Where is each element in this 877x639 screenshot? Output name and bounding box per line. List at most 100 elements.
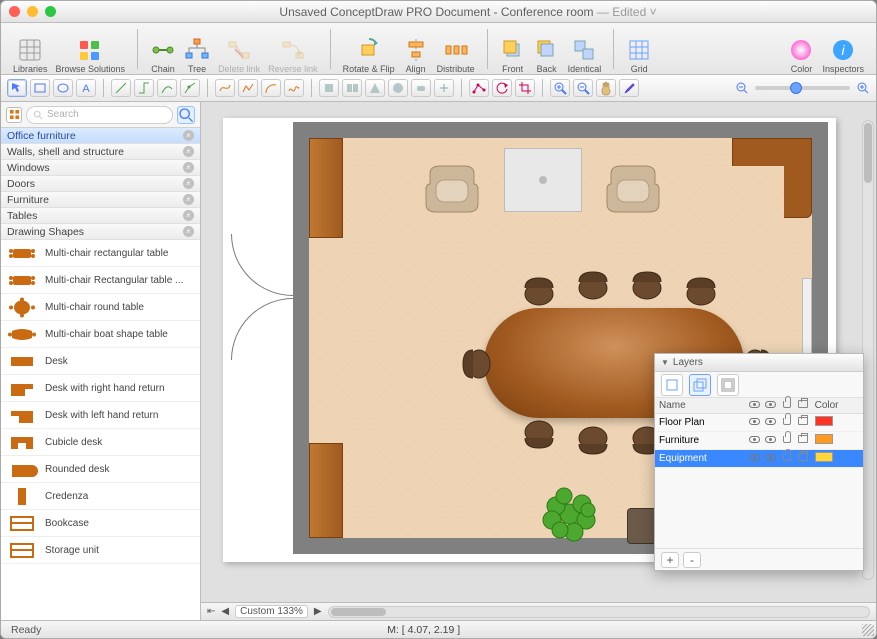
close-icon[interactable]: ×: [183, 146, 194, 157]
category-item[interactable]: Furniture×: [1, 192, 200, 208]
page-nav-next[interactable]: ▶: [314, 606, 322, 617]
eye-icon[interactable]: [749, 436, 760, 443]
layers-col-lock[interactable]: [779, 398, 795, 414]
pan-tool[interactable]: [596, 79, 616, 97]
zoom-track[interactable]: [755, 86, 850, 90]
layers-mode-3[interactable]: [717, 374, 739, 396]
zoom-slider[interactable]: [735, 81, 870, 95]
shape-tool-6[interactable]: [434, 79, 454, 97]
close-icon[interactable]: ×: [183, 130, 194, 141]
shape-tool-5[interactable]: [411, 79, 431, 97]
add-layer-button[interactable]: +: [661, 552, 679, 568]
lock-icon[interactable]: [783, 436, 791, 443]
layers-mode-1[interactable]: [661, 374, 683, 396]
inspectors-button[interactable]: i Inspectors: [820, 26, 866, 74]
chair-bot-1[interactable]: [521, 420, 557, 452]
stencil-item[interactable]: Bookcase: [1, 510, 200, 537]
ellipse-tool[interactable]: [53, 79, 73, 97]
layers-panel[interactable]: ▼ Layers Name Color Floor PlanFurnitureE…: [654, 353, 864, 571]
line-tool[interactable]: [111, 79, 131, 97]
stencil-item[interactable]: Cubicle desk: [1, 429, 200, 456]
eye-icon[interactable]: [749, 454, 760, 461]
armchair-left[interactable]: [424, 164, 480, 214]
resize-grip[interactable]: [862, 624, 874, 636]
category-item[interactable]: Doors×: [1, 176, 200, 192]
page-nav-prev[interactable]: ◀: [221, 606, 229, 617]
horizontal-scrollbar[interactable]: [328, 606, 870, 618]
bookcase-left-bottom[interactable]: [309, 443, 343, 538]
edit-points-tool[interactable]: [469, 79, 489, 97]
chair-top-1[interactable]: [521, 274, 557, 306]
remove-layer-button[interactable]: -: [683, 552, 701, 568]
color-swatch[interactable]: [815, 416, 833, 426]
stencil-item[interactable]: Multi-chair Rectangular table ...: [1, 267, 200, 294]
rect-tool[interactable]: [30, 79, 50, 97]
projector-screen[interactable]: [504, 148, 582, 212]
smart-connector-tool[interactable]: [180, 79, 200, 97]
chair-top-2[interactable]: [575, 268, 611, 300]
zoom-out-tool[interactable]: [573, 79, 593, 97]
distribute-button[interactable]: Distribute: [435, 26, 477, 74]
print-icon[interactable]: [798, 453, 808, 461]
chair-left[interactable]: [459, 346, 491, 382]
right-angle-connector-tool[interactable]: [134, 79, 154, 97]
plant[interactable]: [534, 478, 606, 550]
layers-col-print[interactable]: [795, 398, 811, 414]
page-nav-first[interactable]: ⇤: [207, 606, 215, 617]
eye-icon[interactable]: [765, 418, 776, 425]
close-icon[interactable]: ×: [183, 178, 194, 189]
libraries-button[interactable]: Libraries: [11, 26, 50, 74]
chair-bot-2[interactable]: [575, 426, 611, 458]
layers-col-name[interactable]: Name: [655, 398, 747, 414]
close-icon[interactable]: ×: [183, 210, 194, 221]
chain-button[interactable]: Chain: [148, 26, 178, 74]
delete-link-button[interactable]: Delete link: [216, 26, 262, 74]
layers-col-visible[interactable]: [747, 398, 763, 414]
layers-header[interactable]: ▼ Layers: [655, 354, 863, 372]
zoom-label[interactable]: Custom 133%: [235, 605, 308, 618]
arc-tool[interactable]: [261, 79, 281, 97]
armchair-right[interactable]: [605, 164, 661, 214]
browse-solutions-button[interactable]: Browse Solutions: [54, 26, 128, 74]
shape-tool-2[interactable]: [342, 79, 362, 97]
category-item[interactable]: Drawing Shapes×: [1, 224, 200, 240]
chair-top-4[interactable]: [683, 274, 719, 306]
category-item[interactable]: Walls, shell and structure×: [1, 144, 200, 160]
zoom-window-button[interactable]: [45, 6, 56, 17]
shape-tool-1[interactable]: [319, 79, 339, 97]
align-button[interactable]: Align: [401, 26, 431, 74]
stencil-item[interactable]: Desk: [1, 348, 200, 375]
grid-button[interactable]: Grid: [624, 26, 654, 74]
stencil-list[interactable]: Multi-chair rectangular tableMulti-chair…: [1, 240, 200, 620]
bookcase-left[interactable]: [309, 138, 343, 238]
search-input[interactable]: Search: [26, 106, 173, 124]
rotate-tool[interactable]: [492, 79, 512, 97]
stencil-item[interactable]: Storage unit: [1, 537, 200, 564]
stencil-item[interactable]: Desk with left hand return: [1, 402, 200, 429]
stencil-item[interactable]: Credenza: [1, 483, 200, 510]
eye-icon[interactable]: [765, 454, 776, 461]
front-button[interactable]: Front: [498, 26, 528, 74]
library-search-toggle[interactable]: [177, 106, 195, 124]
close-icon[interactable]: ×: [183, 162, 194, 173]
print-icon[interactable]: [798, 417, 808, 425]
disclosure-triangle-icon[interactable]: ▼: [661, 358, 669, 367]
zoom-in-tool[interactable]: [550, 79, 570, 97]
shape-tool-4[interactable]: [388, 79, 408, 97]
text-tool[interactable]: A: [76, 79, 96, 97]
minimize-window-button[interactable]: [27, 6, 38, 17]
layers-col-visible2[interactable]: [763, 398, 779, 414]
close-window-button[interactable]: [9, 6, 20, 17]
zoom-thumb[interactable]: [790, 82, 802, 94]
crop-tool[interactable]: [515, 79, 535, 97]
stencil-item[interactable]: Multi-chair boat shape table: [1, 321, 200, 348]
tree-button[interactable]: Tree: [182, 26, 212, 74]
eye-icon[interactable]: [765, 436, 776, 443]
pointer-tool[interactable]: [7, 79, 27, 97]
reverse-link-button[interactable]: Reverse link: [266, 26, 320, 74]
layer-row[interactable]: Floor Plan: [655, 414, 863, 432]
stencil-item[interactable]: Multi-chair rectangular table: [1, 240, 200, 267]
library-view-mode[interactable]: [6, 107, 22, 123]
bezier-tool[interactable]: [215, 79, 235, 97]
shape-tool-3[interactable]: [365, 79, 385, 97]
